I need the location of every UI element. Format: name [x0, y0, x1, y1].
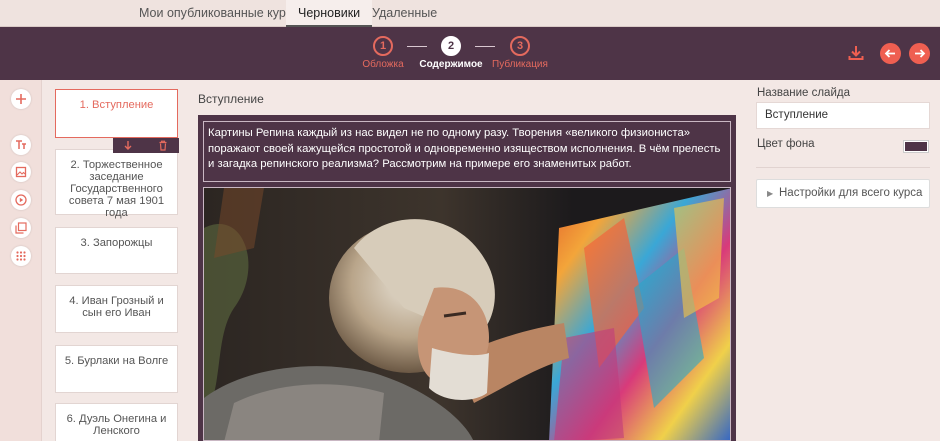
- image-icon: [15, 166, 27, 178]
- add-grid-button[interactable]: [11, 246, 31, 266]
- gallery-icon: [15, 222, 27, 234]
- slide-settings-panel: Название слайда Вступление Цвет фона ▶ Н…: [743, 80, 940, 441]
- add-gallery-button[interactable]: [11, 218, 31, 238]
- plus-icon: [16, 94, 26, 104]
- slide-title: Вступление: [198, 92, 264, 106]
- slide-thumb-4[interactable]: 4. Иван Грозный и сын его Иван: [55, 285, 178, 333]
- step-content[interactable]: 2 Содержимое: [411, 36, 491, 70]
- play-icon: [15, 194, 27, 206]
- step-number: 1: [373, 36, 393, 56]
- slide-canvas: Картины Репина каждый из нас видел не по…: [198, 115, 736, 441]
- arrow-left-icon: [884, 49, 895, 58]
- course-settings-button[interactable]: ▶ Настройки для всего курса: [756, 179, 930, 208]
- bg-color-swatch: [905, 142, 927, 151]
- divider: [756, 167, 930, 168]
- trash-icon[interactable]: [158, 140, 168, 151]
- slide-text-block[interactable]: Картины Репина каждый из нас видел не по…: [203, 121, 731, 182]
- chevron-right-icon: ▶: [767, 189, 774, 198]
- step-label: Публикация: [492, 59, 548, 70]
- add-video-button[interactable]: [11, 190, 31, 210]
- tab-published[interactable]: Мои опубликованные курсы: [139, 0, 301, 27]
- move-down-icon[interactable]: [123, 140, 133, 151]
- add-image-button[interactable]: [11, 162, 31, 182]
- slide-list: 1. Вступление 2. Торжественное заседание…: [42, 80, 190, 441]
- add-slide-button[interactable]: [11, 89, 31, 109]
- course-settings-label: Настройки для всего курса: [779, 187, 923, 199]
- back-button[interactable]: [880, 43, 901, 64]
- slide-thumb-6[interactable]: 6. Дуэль Онегина и Ленского: [55, 403, 178, 441]
- slide-name-label: Название слайда: [757, 87, 850, 99]
- step-number: 3: [510, 36, 530, 56]
- download-icon[interactable]: [846, 43, 866, 63]
- step-label: Содержимое: [419, 59, 483, 70]
- insert-toolbar: [0, 80, 42, 441]
- step-publish[interactable]: 3 Публикация: [480, 36, 560, 70]
- painting-image: [204, 188, 730, 440]
- slide-editor: Вступление Картины Репина каждый из нас …: [190, 80, 743, 441]
- next-button[interactable]: [909, 43, 930, 64]
- course-tabs: Мои опубликованные курсы Черновики Удале…: [0, 0, 940, 27]
- arrow-right-icon: [915, 49, 926, 58]
- step-number: 2: [441, 36, 461, 56]
- slide-image[interactable]: [203, 187, 731, 441]
- tab-deleted[interactable]: Удаленные: [372, 0, 437, 27]
- grid-icon: [16, 251, 26, 261]
- slide-actions: [113, 138, 179, 153]
- slide-thumb-5[interactable]: 5. Бурлаки на Волге: [55, 345, 178, 393]
- editor-header: 1 Обложка 2 Содержимое 3 Публикация: [0, 27, 940, 80]
- slide-thumb-1[interactable]: 1. Вступление: [55, 89, 178, 138]
- add-text-button[interactable]: [11, 135, 31, 155]
- slide-thumb-2[interactable]: 2. Торжественное заседание Государственн…: [55, 149, 178, 219]
- tab-drafts[interactable]: Черновики: [286, 0, 373, 27]
- bg-color-label: Цвет фона: [757, 138, 815, 150]
- slide-name-input[interactable]: Вступление: [756, 102, 930, 129]
- bg-color-picker[interactable]: [903, 140, 929, 153]
- text-icon: [16, 140, 26, 149]
- slide-thumb-3[interactable]: 3. Запорожцы: [55, 227, 178, 274]
